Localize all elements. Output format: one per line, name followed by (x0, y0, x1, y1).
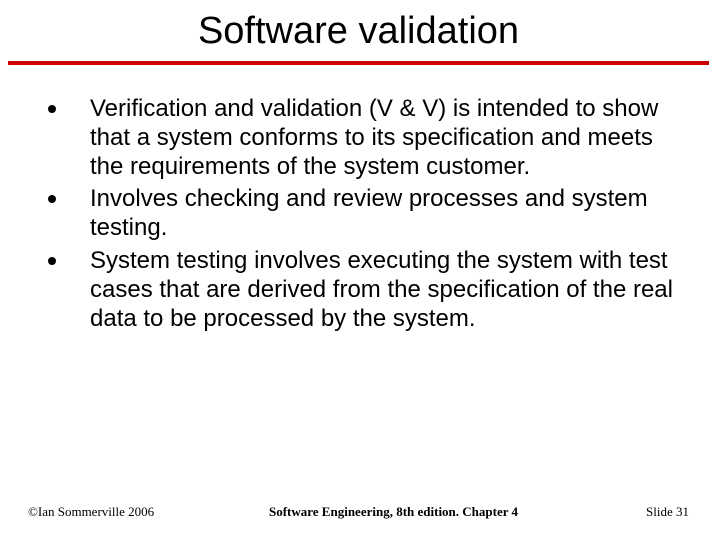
list-item: System testing involves executing the sy… (30, 247, 687, 333)
list-item: Involves checking and review processes a… (30, 185, 687, 243)
slide-body: Verification and validation (V & V) is i… (0, 65, 717, 333)
slide: Software validation Verification and val… (0, 0, 717, 538)
bullet-list: Verification and validation (V & V) is i… (30, 95, 687, 333)
footer-slide-number: Slide 31 (589, 504, 689, 520)
list-item: Verification and validation (V & V) is i… (30, 95, 687, 181)
slide-title: Software validation (0, 0, 717, 61)
footer-copyright: ©Ian Sommerville 2006 (28, 504, 198, 520)
slide-footer: ©Ian Sommerville 2006 Software Engineeri… (0, 504, 717, 520)
footer-title: Software Engineering, 8th edition. Chapt… (198, 504, 589, 520)
